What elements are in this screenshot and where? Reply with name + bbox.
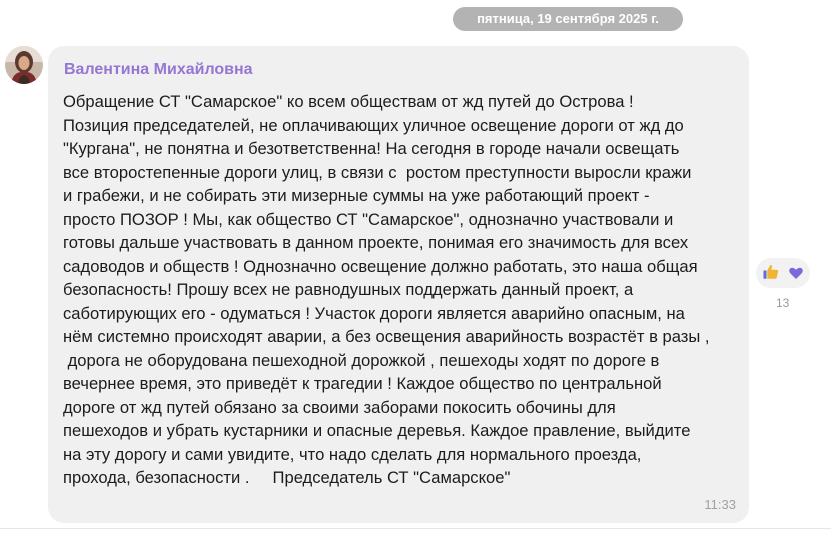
message-line: просто ПОЗОР ! Мы, как общество СТ "Сама… (63, 209, 674, 229)
message-line: садоводов и обществ ! Однозначно освещен… (63, 256, 698, 276)
message-line: и грабежи, и не собирать эти мизерные су… (63, 186, 650, 205)
message-line: дорога не оборудована пешеходной дорожко… (63, 350, 660, 370)
date-separator: пятница, 19 сентября 2025 г. (453, 7, 683, 31)
thumbs-up-icon (763, 265, 779, 279)
message-line: готовы дальше участвовать в данном проек… (63, 233, 689, 252)
message-line: вечернее время, это приведёт к трагедии … (63, 374, 662, 393)
message-line: все второстепенные дороги улиц, в связи … (63, 162, 692, 182)
message-line: на эту дорогу и сами увидите, что надо с… (63, 444, 642, 464)
reaction-count: 13 (776, 296, 790, 310)
message-line: Обращение СТ "Самарское" ко всем обществ… (63, 92, 634, 111)
avatar[interactable] (5, 46, 43, 84)
message-line: пешеходов и убрать кустарники и опасные … (63, 421, 691, 440)
avatar-photo (5, 46, 43, 84)
message-text: Обращение СТ "Самарское" ко всем обществ… (63, 90, 747, 490)
message-line: безопасность! Прошу всех не равнодушных … (63, 280, 634, 299)
message-line: прохода, безопасности . Председатель СТ … (63, 468, 511, 487)
sender-name[interactable]: Валентина Михайловна (64, 61, 253, 79)
message-time: 11:33 (704, 497, 736, 512)
message-line: саботирующих его - одуматься ! Участок д… (63, 303, 685, 323)
message-line: нём системно происходят аварии, а без ос… (63, 327, 710, 346)
message-bubble[interactable]: Валентина Михайловна Обращение СТ "Самар… (48, 46, 749, 523)
message-line: Позиция председателей, не оплачивающих у… (63, 115, 684, 135)
divider (0, 528, 831, 529)
heart-icon (789, 267, 803, 279)
reactions-button[interactable] (756, 258, 810, 288)
message-line: дороге от жд путей обязано за своими заб… (63, 397, 616, 417)
message-line: "Кургана", не понятна и безответственна!… (63, 139, 680, 158)
